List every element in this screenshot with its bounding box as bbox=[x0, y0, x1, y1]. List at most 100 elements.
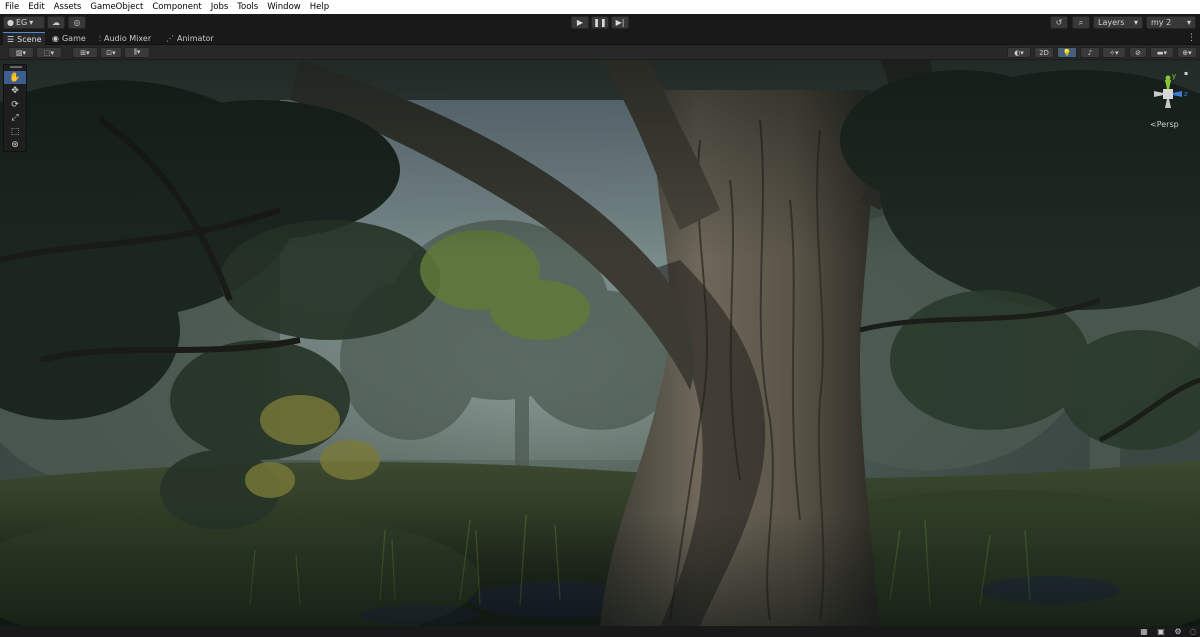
pause-button[interactable]: ❚❚ bbox=[591, 16, 609, 29]
camera-icon: ▬▾ bbox=[1156, 48, 1168, 57]
transform-tool-button[interactable]: ⊛ bbox=[4, 139, 26, 152]
scale-tool-button[interactable]: ⤢ bbox=[4, 112, 26, 125]
search-button[interactable]: ⌕ bbox=[1072, 16, 1090, 29]
increment-snap-icon: ⫼▾ bbox=[133, 48, 141, 56]
scene-visibility-button[interactable]: ⊘ bbox=[1129, 47, 1147, 58]
hand-tool-button[interactable]: ✋ bbox=[4, 71, 26, 84]
effects-icon: ✧▾ bbox=[1109, 48, 1119, 57]
snap-button[interactable]: ⊡▾ bbox=[100, 47, 122, 58]
camera-settings-button[interactable]: ▬▾ bbox=[1150, 47, 1174, 58]
move-icon: ✥ bbox=[11, 86, 19, 96]
y-axis-label: y bbox=[1172, 72, 1176, 80]
scale-icon: ⤢ bbox=[11, 113, 19, 123]
scene-icon: ☰ bbox=[7, 34, 15, 44]
forest-scene-render bbox=[0, 60, 1200, 626]
rect-icon: ⬚ bbox=[10, 126, 20, 137]
main-toolbar: ● EG ▾ ☁ ◎ ▶ ❚❚ ▶| ↺ ⌕ Layers ▾ my 2 ▾ bbox=[0, 14, 1200, 32]
account-button[interactable]: ● EG ▾ bbox=[3, 16, 45, 29]
gizmos-button[interactable]: ⊕▾ bbox=[1177, 47, 1197, 58]
console-icon[interactable]: ▦ bbox=[1139, 627, 1149, 636]
cloud-button[interactable]: ☁ bbox=[47, 16, 65, 29]
menu-file[interactable]: File bbox=[5, 0, 19, 14]
layout-label: my 2 bbox=[1151, 18, 1172, 27]
menu-tools[interactable]: Tools bbox=[237, 0, 258, 14]
menu-assets[interactable]: Assets bbox=[54, 0, 82, 14]
lock-icon: ▪ bbox=[1184, 70, 1188, 77]
step-icon: ▶| bbox=[615, 18, 625, 27]
chevron-down-icon: ▾ bbox=[29, 18, 34, 27]
move-tool-button[interactable]: ✥ bbox=[4, 85, 26, 98]
draw-mode-icon: ▨▾ bbox=[15, 48, 27, 57]
projection-label: Persp bbox=[1156, 120, 1179, 129]
mode-2d-label: 2D bbox=[1039, 48, 1049, 57]
menu-jobs[interactable]: Jobs bbox=[211, 0, 229, 14]
scene-tool-palette: ✋ ✥ ⟳ ⤢ ⬚ ⊛ bbox=[3, 64, 27, 152]
menu-help[interactable]: Help bbox=[310, 0, 329, 14]
step-button[interactable]: ▶| bbox=[611, 16, 629, 29]
layout-dropdown[interactable]: my 2 ▾ bbox=[1146, 16, 1196, 29]
history-icon: ↺ bbox=[1055, 18, 1063, 27]
layers-label: Layers bbox=[1098, 18, 1125, 27]
rect-tool-button[interactable]: ⬚ bbox=[4, 125, 26, 138]
hand-icon: ✋ bbox=[9, 72, 21, 83]
window-tab-bar: ☰ Scene ◉ Game ⫶ Audio Mixer ⋰ Animator … bbox=[0, 32, 1200, 45]
menu-bar: File Edit Assets GameObject Component Jo… bbox=[0, 0, 1200, 14]
scene-viewport[interactable] bbox=[0, 60, 1200, 626]
axis-gizmo-icon: ▪ y z bbox=[1154, 70, 1188, 108]
grid-icon: ⊞▾ bbox=[80, 48, 90, 57]
collab-button[interactable]: ◎ bbox=[68, 16, 86, 29]
shading-mode-button[interactable]: ◐▾ bbox=[1007, 47, 1031, 58]
collab-icon: ◎ bbox=[73, 18, 81, 27]
toggle-2d-button[interactable]: 2D bbox=[1034, 47, 1054, 58]
account-icon: ● bbox=[7, 18, 14, 27]
play-icon: ▶ bbox=[576, 18, 584, 27]
audio-mixer-icon: ⫶ bbox=[99, 33, 101, 43]
play-button[interactable]: ▶ bbox=[571, 16, 589, 29]
layers-dropdown[interactable]: Layers ▾ bbox=[1093, 16, 1143, 29]
undo-history-button[interactable]: ↺ bbox=[1050, 16, 1068, 29]
playback-controls: ▶ ❚❚ ▶| bbox=[571, 16, 629, 29]
visibility-icon: ⊘ bbox=[1135, 48, 1141, 57]
audio-toggle-button[interactable]: ♪ bbox=[1080, 47, 1100, 58]
lightbulb-icon: 💡 bbox=[1062, 48, 1072, 57]
auto-refresh-icon[interactable]: ◌ bbox=[1188, 627, 1198, 636]
progress-icon[interactable]: ▣ bbox=[1156, 627, 1166, 636]
menu-window[interactable]: Window bbox=[267, 0, 301, 14]
menu-gameobject[interactable]: GameObject bbox=[90, 0, 143, 14]
tab-label: Scene bbox=[17, 34, 42, 44]
more-options-icon[interactable]: ⋮ bbox=[1187, 33, 1196, 43]
tab-audio-mixer[interactable]: ⫶ Audio Mixer bbox=[95, 32, 155, 45]
tab-label: Audio Mixer bbox=[104, 34, 152, 43]
menu-component[interactable]: Component bbox=[152, 0, 201, 14]
snap-icon: ⊡▾ bbox=[106, 48, 116, 57]
chevron-down-icon: ▾ bbox=[1186, 18, 1191, 27]
animator-icon: ⋰ bbox=[166, 34, 174, 43]
grid-button[interactable]: ⊞▾ bbox=[72, 47, 98, 58]
cloud-icon: ☁ bbox=[52, 18, 60, 27]
increment-snap-button[interactable]: ⫼▾ bbox=[124, 47, 150, 58]
shading-icon: ◐▾ bbox=[1014, 48, 1024, 57]
status-bar: ▦ ▣ ⚙ ◌ bbox=[0, 626, 1200, 637]
projection-toggle[interactable]: <Persp bbox=[1150, 120, 1179, 129]
effects-button[interactable]: ✧▾ bbox=[1102, 47, 1126, 58]
search-icon: ⌕ bbox=[1078, 17, 1084, 27]
orientation-icon: ⬚▾ bbox=[43, 48, 55, 57]
rotate-tool-button[interactable]: ⟳ bbox=[4, 98, 26, 111]
transform-icon: ⊛ bbox=[11, 140, 19, 150]
z-axis-label: z bbox=[1184, 90, 1188, 98]
rotate-icon: ⟳ bbox=[11, 99, 19, 110]
orientation-button[interactable]: ⬚▾ bbox=[36, 47, 62, 58]
back-chevron-icon: < bbox=[1150, 120, 1157, 129]
tab-animator[interactable]: ⋰ Animator bbox=[162, 32, 218, 45]
lighting-toggle-button[interactable]: 💡 bbox=[1057, 47, 1077, 58]
tab-label: Game bbox=[61, 34, 86, 43]
pause-icon: ❚❚ bbox=[593, 18, 607, 27]
tab-game[interactable]: ◉ Game bbox=[48, 32, 90, 45]
debug-icon[interactable]: ⚙ bbox=[1173, 627, 1183, 636]
palette-drag-handle[interactable] bbox=[10, 66, 22, 68]
game-icon: ◉ bbox=[52, 34, 59, 43]
draw-mode-button[interactable]: ▨▾ bbox=[8, 47, 34, 58]
tab-label: Animator bbox=[177, 34, 214, 43]
tab-scene[interactable]: ☰ Scene bbox=[3, 32, 45, 45]
menu-edit[interactable]: Edit bbox=[28, 0, 44, 14]
